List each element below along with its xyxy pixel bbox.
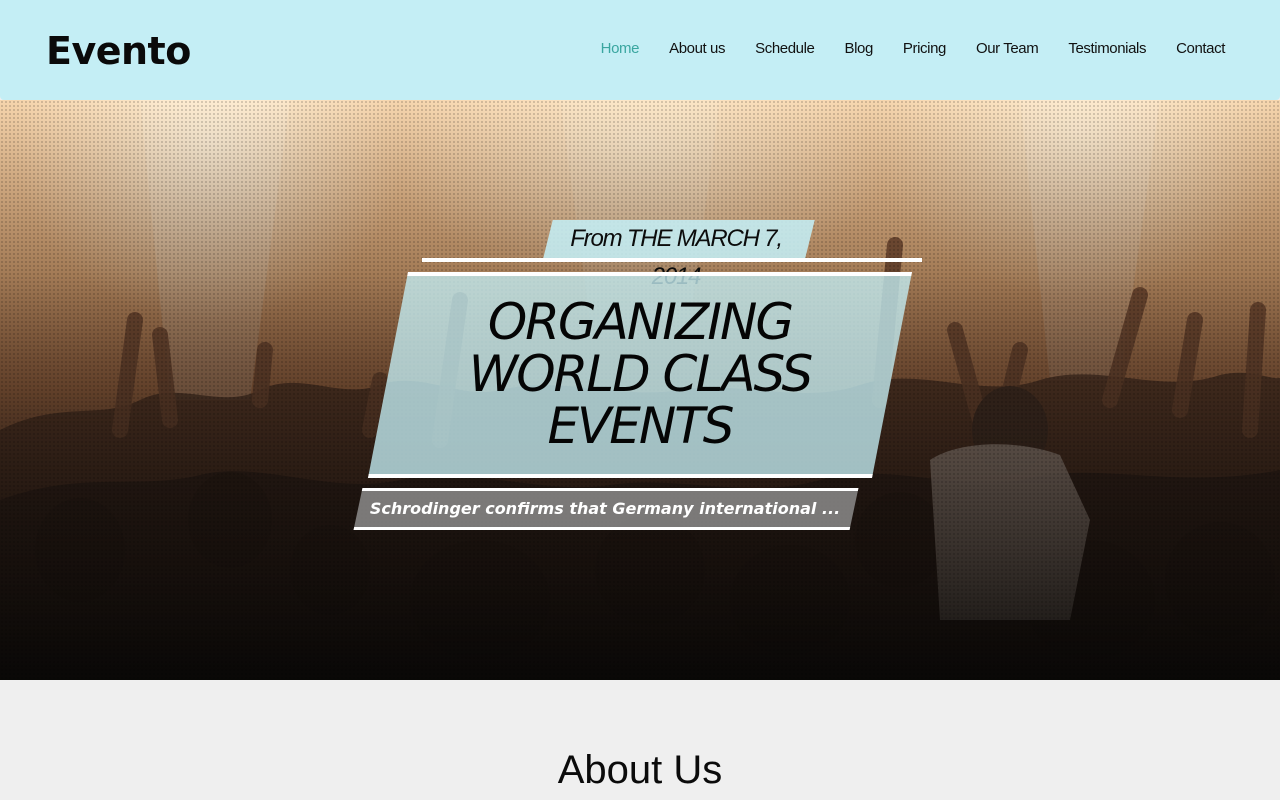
headline-line-1: ORGANIZING xyxy=(487,293,794,351)
about-section: About Us xyxy=(0,680,1280,800)
site-header: Evento Home About us Schedule Blog Prici… xyxy=(0,0,1280,100)
hero-headline: ORGANIZING WORLD CLASS EVENTS xyxy=(400,296,880,452)
site-logo[interactable]: Evento xyxy=(46,26,191,76)
nav-item-our-team[interactable]: Our Team xyxy=(961,36,1053,62)
hero-banner: From THE MARCH 7, 2014 ORGANIZING WORLD … xyxy=(0,100,1280,680)
nav-item-pricing[interactable]: Pricing xyxy=(888,36,961,62)
nav-item-schedule[interactable]: Schedule xyxy=(740,36,829,62)
nav-item-contact[interactable]: Contact xyxy=(1161,36,1240,62)
nav-item-blog[interactable]: Blog xyxy=(829,36,887,62)
divider-line xyxy=(422,258,922,262)
event-date: From THE MARCH 7, 2014 xyxy=(570,225,783,290)
about-title: About Us xyxy=(557,748,723,792)
headline-line-3: EVENTS xyxy=(547,397,734,455)
nav-item-testimonials[interactable]: Testimonials xyxy=(1053,36,1161,62)
nav-item-home[interactable]: Home xyxy=(586,36,654,62)
hero-subtitle[interactable]: Schrodinger confirms that Germany intern… xyxy=(360,491,850,527)
nav-item-about-us[interactable]: About us xyxy=(654,36,740,62)
headline-line-2: WORLD CLASS xyxy=(468,345,813,403)
main-nav: Home About us Schedule Blog Pricing Our … xyxy=(586,36,1240,62)
